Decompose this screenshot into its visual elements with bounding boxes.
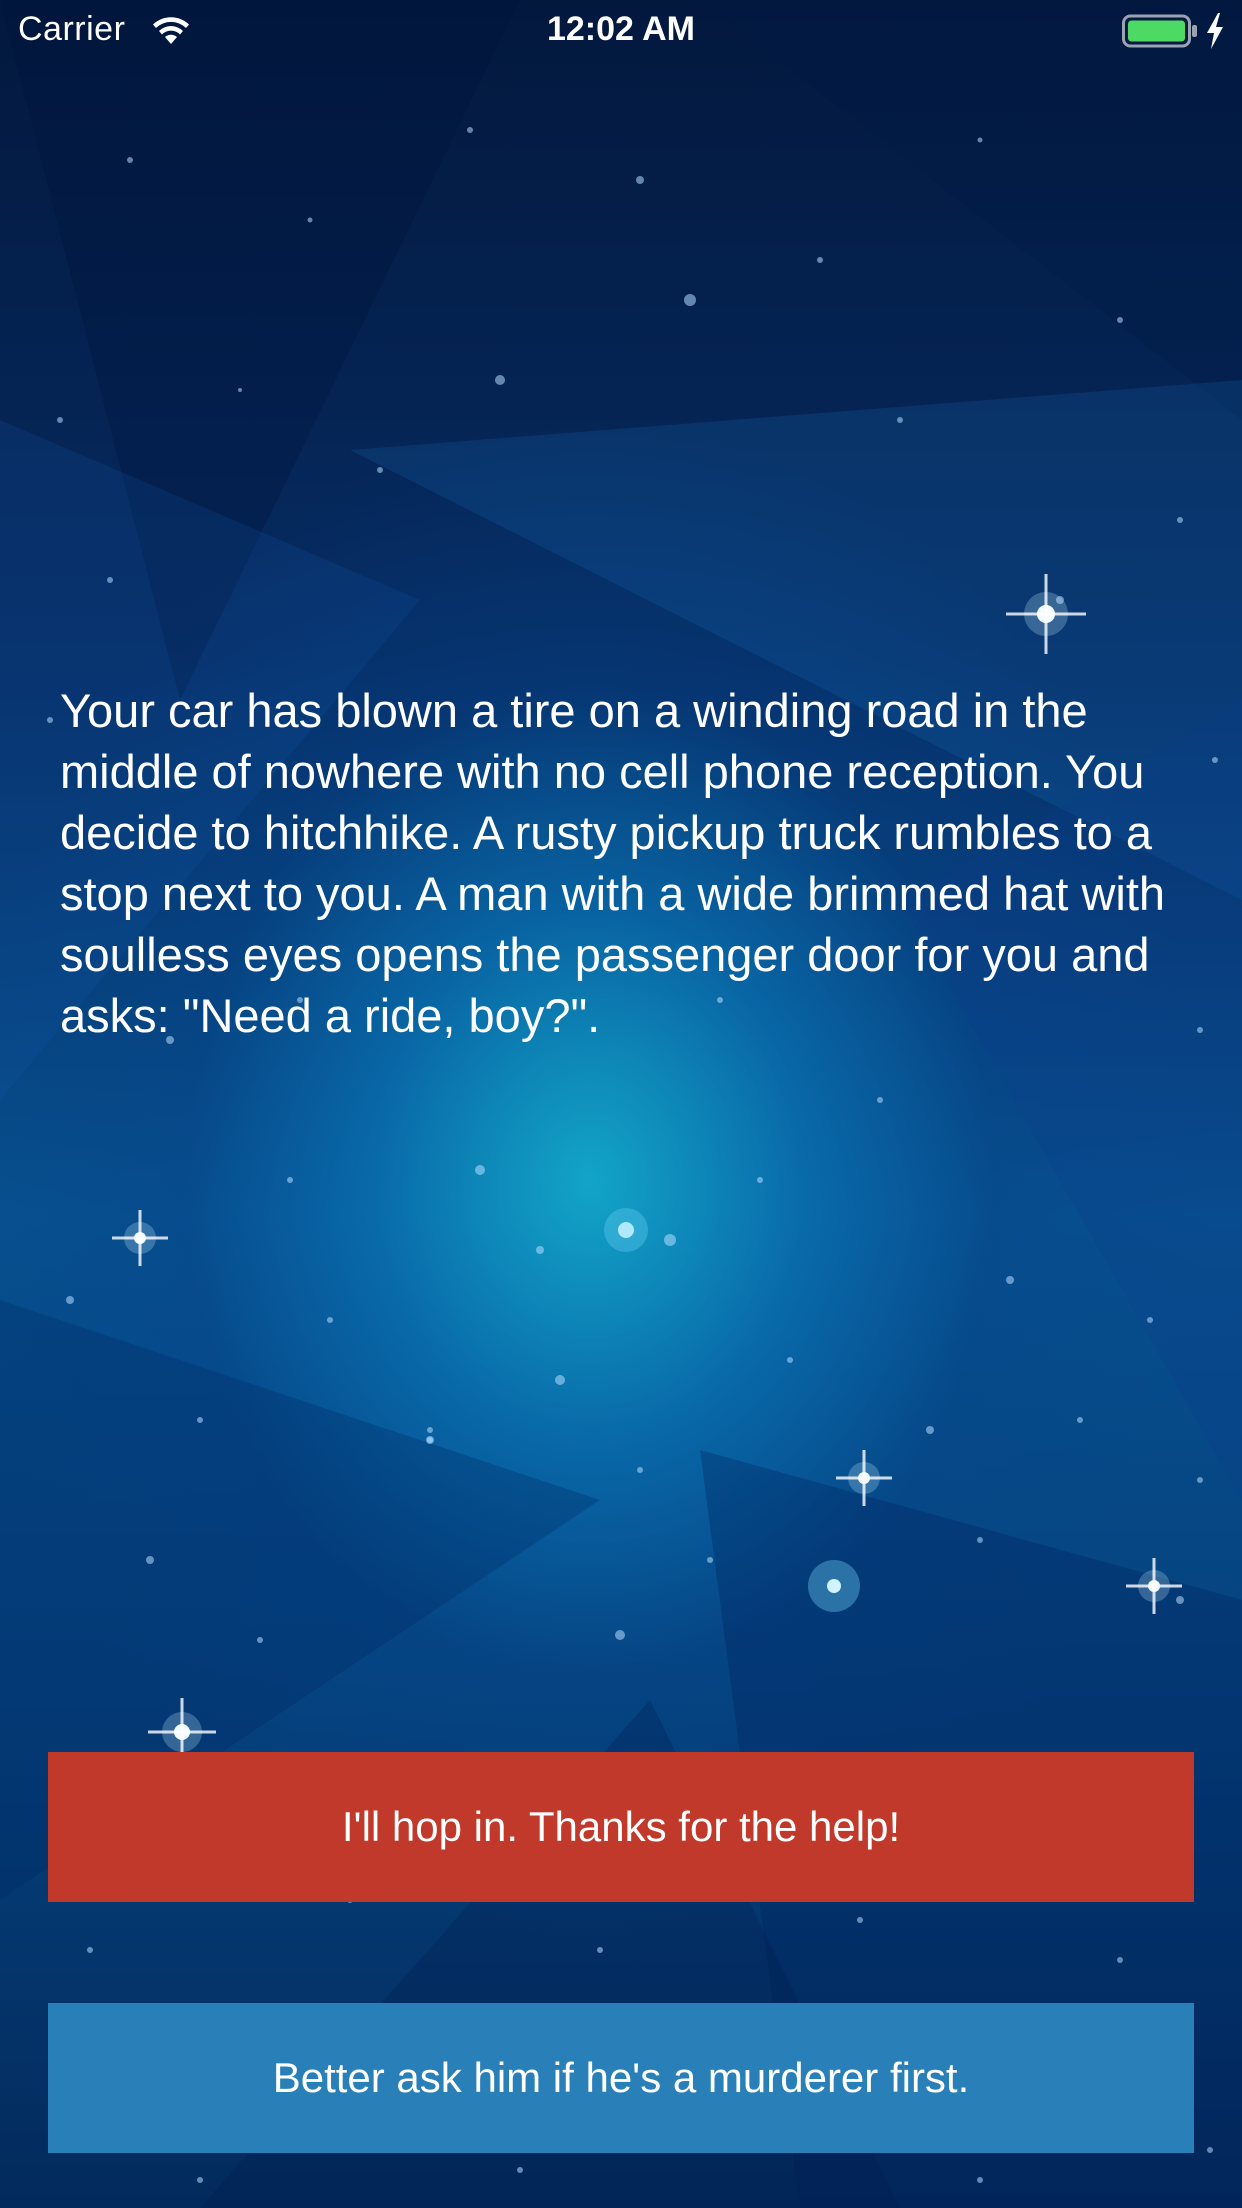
charging-bolt-icon [1207,13,1223,49]
story-screen: Carrier 12:02 AM Your car has blown a ti… [0,0,1242,2208]
choice-one-button[interactable]: I'll hop in. Thanks for the help! [48,1752,1194,1902]
status-bar: Carrier 12:02 AM [0,0,1242,62]
story-text: Your car has blown a tire on a winding r… [60,684,1166,1042]
status-time: 12:02 AM [546,10,696,48]
choice-two-button[interactable]: Better ask him if he's a murderer first. [48,2003,1194,2153]
battery-icon [1122,14,1197,48]
